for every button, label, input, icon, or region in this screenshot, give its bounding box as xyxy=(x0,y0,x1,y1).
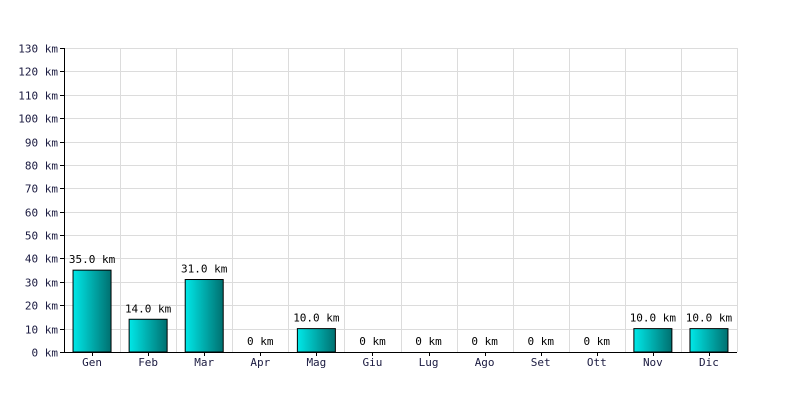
y-tick-label: 20 km xyxy=(25,300,58,313)
y-tick-label: 80 km xyxy=(25,160,58,173)
bar-mar xyxy=(184,279,224,353)
y-tick-label: 0 km xyxy=(32,347,59,360)
bar-chart: 0 km 10 km 20 km 30 km 40 km 50 km 60 km 70 km 8… xyxy=(18,43,738,369)
y-tick-label: 90 km xyxy=(25,137,58,150)
x-tick-label-feb: Feb xyxy=(138,356,158,369)
x-tick-label-mar: Mar xyxy=(194,356,214,369)
data-label-set: 0 km xyxy=(527,335,554,348)
data-label-feb: 14.0 km xyxy=(125,302,172,315)
x-tick-label-gen: Gen xyxy=(82,356,102,369)
bar-feb xyxy=(128,318,168,353)
data-label-mag: 10.0 km xyxy=(293,312,340,325)
data-label-lug: 0 km xyxy=(415,335,442,348)
x-tick-label-ago: Ago xyxy=(475,356,495,369)
y-tick-label: 70 km xyxy=(25,183,58,196)
y-tick-label: 50 km xyxy=(25,230,58,243)
x-tick-label-nov: Nov xyxy=(643,356,663,369)
x-tick-label-dic: Dic xyxy=(699,356,719,369)
y-tick-label: 40 km xyxy=(25,253,58,266)
bar-nov xyxy=(633,328,673,353)
x-tick-label-apr: Apr xyxy=(250,356,270,369)
data-label-giu: 0 km xyxy=(359,335,386,348)
data-label-mar: 31.0 km xyxy=(181,263,228,276)
data-label-nov: 10.0 km xyxy=(630,312,677,325)
x-tick-label-lug: Lug xyxy=(419,356,439,369)
x-tick-label-set: Set xyxy=(531,356,551,369)
y-tick-label: 60 km xyxy=(25,207,58,220)
x-tick-label-mag: Mag xyxy=(306,356,326,369)
y-tick-label: 120 km xyxy=(18,66,58,79)
y-tick-label: 110 km xyxy=(18,90,58,103)
y-tick-label: 130 km xyxy=(18,43,58,56)
data-label-dic: 10.0 km xyxy=(686,312,733,325)
bar-mag xyxy=(296,328,336,353)
data-label-ago: 0 km xyxy=(471,335,498,348)
y-tick-label: 100 km xyxy=(18,113,58,126)
data-label-ott: 0 km xyxy=(584,335,611,348)
x-tick-label-giu: Giu xyxy=(363,356,383,369)
bar-dic xyxy=(689,328,729,353)
data-label-apr: 0 km xyxy=(247,335,274,348)
y-tick-label: 30 km xyxy=(25,277,58,290)
bar-gen xyxy=(72,269,112,353)
x-tick-label-ott: Ott xyxy=(587,356,607,369)
y-tick-label: 10 km xyxy=(25,324,58,337)
data-label-gen: 35.0 km xyxy=(69,253,116,266)
